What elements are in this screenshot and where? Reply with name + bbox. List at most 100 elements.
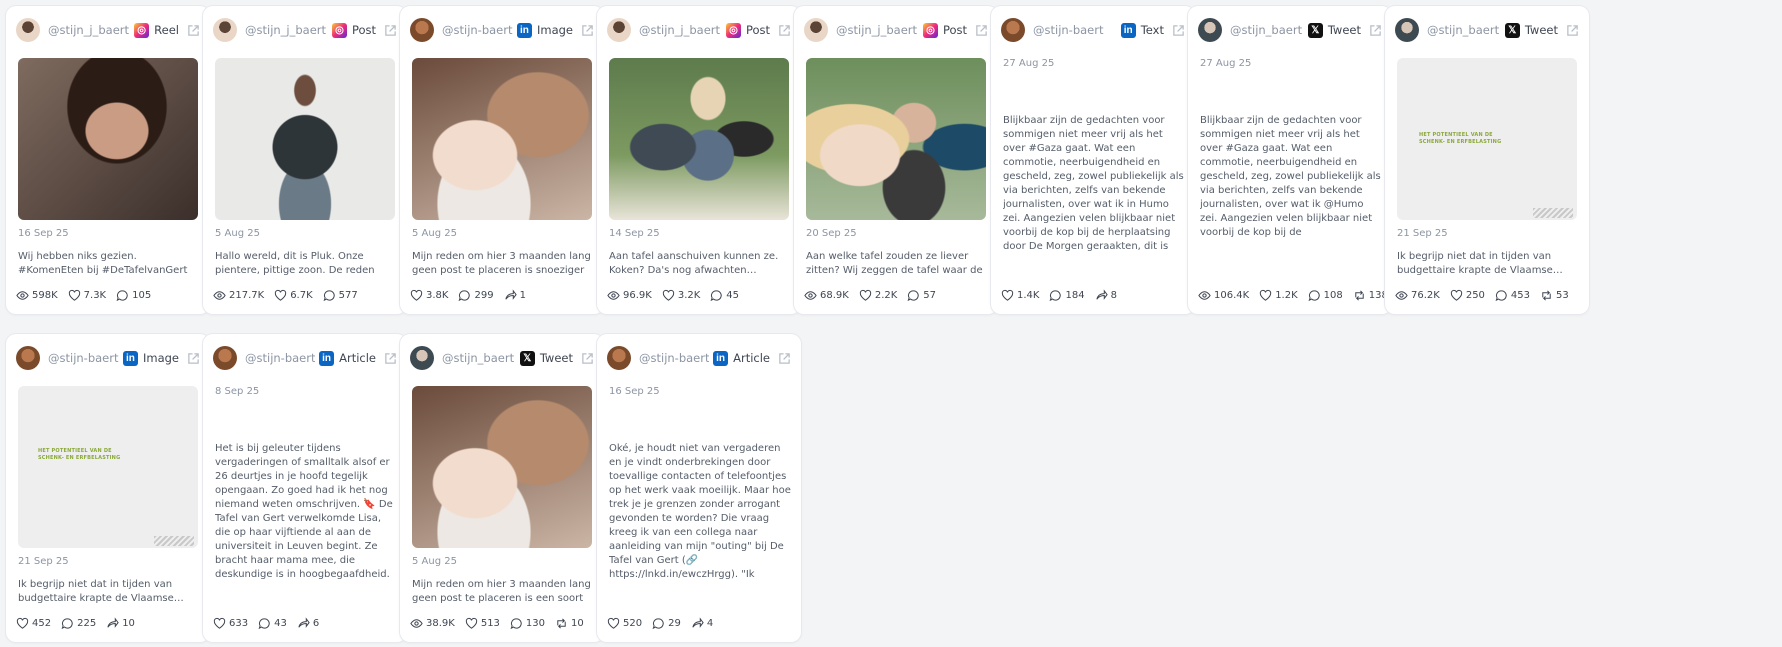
external-link-icon[interactable] — [778, 24, 791, 37]
comment-icon — [1049, 290, 1062, 302]
post-caption: Hallo wereld, dit is Pluk. Onze pientere… — [215, 251, 375, 276]
post-card[interactable]: @stijn-baert in Article 16 Sep 25 Oké, j… — [597, 334, 801, 642]
post-caption: Wij hebben niks gezien. #KomenEten bij #… — [18, 251, 188, 276]
post-image[interactable] — [806, 58, 986, 220]
share-icon — [692, 617, 704, 628]
card-header: @stijn_j_baert ◎ Post — [213, 16, 397, 44]
post-date: 27 Aug 25 — [1200, 58, 1252, 69]
comment-icon — [510, 618, 522, 630]
retweets-count: 53 — [1556, 290, 1569, 301]
comments-count: 577 — [338, 290, 358, 301]
external-link-icon[interactable] — [1369, 24, 1382, 37]
comment-icon — [1495, 290, 1507, 302]
likes-count: 6.7K — [290, 290, 313, 301]
post-caption: Aan welke tafel zouden ze liever zitten?… — [806, 251, 983, 276]
avatar — [16, 346, 40, 370]
author-handle: @stijn_j_baert — [639, 23, 721, 37]
post-date: 5 Aug 25 — [412, 556, 457, 567]
post-stats: 68.9K 2.2K 57 — [804, 289, 946, 302]
post-card[interactable]: @stijn-baert in Article 8 Sep 25 Het is … — [203, 334, 407, 642]
shares-count: 1 — [519, 290, 526, 301]
linkedin-icon: in — [122, 350, 138, 366]
author-handle: @stijn_j_baert — [48, 23, 130, 37]
post-image[interactable]: HET POTENTIEEL VAN DE SCHENK- EN ERFBELA… — [1397, 58, 1577, 220]
post-card[interactable]: @stijn_j_baert ◎ Post 5 Aug 25 Hallo wer… — [203, 6, 407, 314]
card-header: @stijn-baert in Text — [1001, 16, 1185, 44]
post-image[interactable] — [18, 58, 198, 220]
external-link-icon[interactable] — [1172, 24, 1185, 37]
post-type-label: Reel — [154, 23, 179, 37]
post-date: 16 Sep 25 — [18, 228, 69, 239]
likes-count: 2.2K — [874, 290, 898, 301]
comment-icon — [907, 290, 919, 302]
post-type-label: Tweet — [1524, 23, 1558, 37]
post-type-label: Post — [351, 23, 376, 37]
card-header: @stijn-baert in Image — [16, 344, 200, 372]
image-text: HET POTENTIEEL VAN DE SCHENK- EN ERFBELA… — [38, 448, 121, 461]
heart-icon — [465, 617, 477, 629]
post-date: 27 Aug 25 — [1003, 58, 1055, 69]
external-link-icon[interactable] — [581, 352, 594, 365]
card-header: @stijn_j_baert ◎ Reel — [16, 16, 200, 44]
avatar — [16, 18, 40, 42]
external-link-icon[interactable] — [1566, 24, 1579, 37]
post-image[interactable]: HET POTENTIEEL VAN DE SCHENK- EN ERFBELA… — [18, 386, 198, 548]
retweet-icon — [1355, 290, 1364, 301]
post-card[interactable]: @stijn_baert 𝕏 Tweet 27 Aug 25 Blijkbaar… — [1188, 6, 1392, 314]
post-card[interactable]: @stijn_j_baert ◎ Reel 16 Sep 25 Wij hebb… — [6, 6, 210, 314]
post-card[interactable]: @stijn_j_baert ◎ Post 14 Sep 25 Aan tafe… — [597, 6, 801, 314]
external-link-icon[interactable] — [384, 352, 397, 365]
author-handle: @stijn_j_baert — [836, 23, 918, 37]
comments-count: 130 — [525, 618, 546, 629]
post-image[interactable] — [412, 58, 592, 220]
post-image[interactable] — [412, 386, 592, 548]
card-header: @stijn_j_baert ◎ Post — [804, 16, 988, 44]
author-handle: @stijn-baert — [48, 351, 119, 365]
views-count: 38.9K — [426, 618, 455, 629]
avatar — [1198, 18, 1222, 42]
post-card[interactable]: @stijn-baert in Image 5 Aug 25 Mijn rede… — [400, 6, 604, 314]
post-card[interactable]: @stijn_baert 𝕏 Tweet 5 Aug 25 Mijn reden… — [400, 334, 604, 642]
post-image[interactable] — [215, 58, 395, 220]
external-link-icon[interactable] — [187, 352, 200, 365]
external-link-icon[interactable] — [384, 24, 397, 37]
external-link-icon[interactable] — [778, 352, 791, 365]
post-card[interactable]: @stijn-baert in Text 27 Aug 25 Blijkbaar… — [991, 6, 1195, 314]
author-handle: @stijn_baert — [1427, 23, 1500, 37]
card-header: @stijn-baert in Image — [410, 16, 594, 44]
post-card[interactable]: @stijn-baert in Image HET POTENTIEEL VAN… — [6, 334, 210, 642]
shares-count: 6 — [312, 618, 320, 629]
external-link-icon[interactable] — [581, 24, 594, 37]
avatar — [410, 18, 434, 42]
avatar — [607, 346, 631, 370]
comments-count: 453 — [1510, 290, 1531, 301]
author-handle: @stijn-baert — [639, 351, 710, 365]
eye-icon — [410, 619, 423, 628]
post-image[interactable] — [609, 58, 789, 220]
comment-icon — [258, 618, 270, 630]
views-count: 76.2K — [1411, 290, 1440, 301]
comments-count: 225 — [77, 618, 97, 629]
card-header: @stijn_baert 𝕏 Tweet — [1198, 16, 1382, 44]
comments-count: 43 — [274, 618, 287, 629]
share-icon — [298, 617, 310, 628]
external-link-icon[interactable] — [975, 24, 988, 37]
share-icon — [1095, 289, 1108, 300]
post-card[interactable]: @stijn_baert 𝕏 Tweet HET POTENTIEEL VAN … — [1385, 6, 1589, 314]
post-type-label: Image — [536, 23, 573, 37]
external-link-icon[interactable] — [187, 24, 200, 37]
avatar — [213, 346, 237, 370]
views-count: 68.9K — [820, 290, 849, 301]
views-count: 598K — [32, 290, 58, 301]
post-type-label: Post — [942, 23, 967, 37]
shares-count: 4 — [706, 618, 714, 629]
post-stats: 633 43 6 — [213, 617, 329, 630]
post-caption: Mijn reden om hier 3 maanden lang geen p… — [412, 251, 591, 276]
image-text: HET POTENTIEEL VAN DE SCHENK- EN ERFBELA… — [1419, 132, 1502, 145]
post-card[interactable]: @stijn_j_baert ◎ Post 20 Sep 25 Aan welk… — [794, 6, 998, 314]
likes-count: 633 — [229, 618, 249, 629]
likes-count: 250 — [1465, 290, 1485, 301]
post-stats: 520 29 4 — [607, 617, 723, 630]
comments-count: 299 — [474, 290, 494, 301]
card-header: @stijn-baert in Article — [607, 344, 791, 372]
